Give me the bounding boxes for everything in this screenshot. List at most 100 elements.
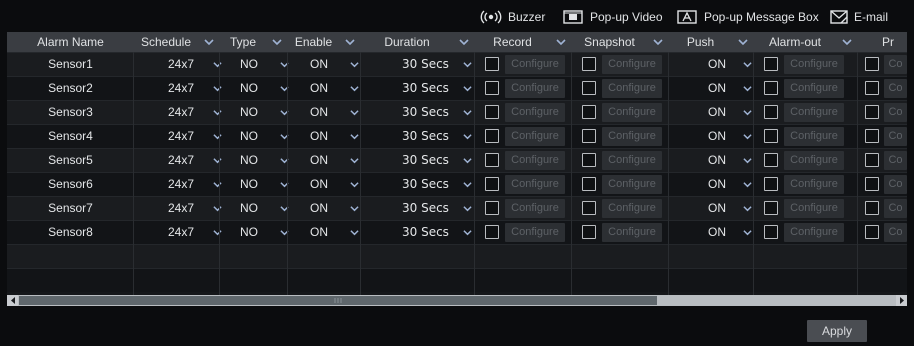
alarm-out-configure-button[interactable]: Configure: [784, 151, 844, 170]
alarm-out-checkbox[interactable]: [764, 57, 778, 71]
preset-configure-button[interactable]: Co: [884, 127, 907, 146]
scroll-left-button[interactable]: [7, 295, 18, 306]
snapshot-configure-button[interactable]: Configure: [602, 103, 662, 122]
record-configure-button[interactable]: Configure: [505, 151, 565, 170]
record-checkbox[interactable]: [485, 177, 499, 191]
type-select[interactable]: NO: [220, 100, 289, 124]
preset-configure-button[interactable]: Co: [884, 175, 907, 194]
record-configure-button[interactable]: Configure: [505, 103, 565, 122]
push-select[interactable]: ON: [669, 124, 754, 148]
record-configure-button[interactable]: Configure: [505, 79, 565, 98]
enable-select[interactable]: ON: [288, 220, 361, 244]
record-checkbox[interactable]: [485, 57, 499, 71]
type-select[interactable]: NO: [220, 172, 289, 196]
alarm-out-checkbox[interactable]: [764, 225, 778, 239]
schedule-select[interactable]: 24x7: [134, 76, 222, 100]
preset-checkbox[interactable]: [865, 129, 879, 143]
popup-video-toggle[interactable]: Pop-up Video: [562, 8, 663, 26]
alarm-out-configure-button[interactable]: Configure: [784, 127, 844, 146]
type-select[interactable]: NO: [220, 220, 289, 244]
enable-select[interactable]: ON: [288, 148, 361, 172]
duration-select[interactable]: 30 Secs: [361, 172, 475, 196]
snapshot-configure-button[interactable]: Configure: [602, 55, 662, 74]
email-toggle[interactable]: E-mail: [830, 8, 888, 26]
enable-select[interactable]: ON: [288, 52, 361, 76]
preset-configure-button[interactable]: Co: [884, 55, 907, 74]
snapshot-configure-button[interactable]: Configure: [602, 151, 662, 170]
preset-checkbox[interactable]: [865, 57, 879, 71]
preset-checkbox[interactable]: [865, 81, 879, 95]
alarm-out-checkbox[interactable]: [764, 177, 778, 191]
push-select[interactable]: ON: [669, 76, 754, 100]
schedule-select[interactable]: 24x7: [134, 172, 222, 196]
preset-checkbox[interactable]: [865, 153, 879, 167]
snapshot-configure-button[interactable]: Configure: [602, 175, 662, 194]
record-checkbox[interactable]: [485, 81, 499, 95]
type-select[interactable]: NO: [220, 196, 289, 220]
snapshot-checkbox[interactable]: [582, 153, 596, 167]
record-checkbox[interactable]: [485, 153, 499, 167]
duration-select[interactable]: 30 Secs: [361, 100, 475, 124]
column-header-push[interactable]: Push: [669, 32, 754, 52]
type-select[interactable]: NO: [220, 148, 289, 172]
schedule-select[interactable]: 24x7: [134, 52, 222, 76]
alarm-out-configure-button[interactable]: Configure: [784, 79, 844, 98]
duration-select[interactable]: 30 Secs: [361, 76, 475, 100]
push-select[interactable]: ON: [669, 100, 754, 124]
push-select[interactable]: ON: [669, 172, 754, 196]
popup-message-toggle[interactable]: Pop-up Message Box: [676, 8, 819, 26]
column-header-record[interactable]: Record: [475, 32, 572, 52]
preset-checkbox[interactable]: [865, 177, 879, 191]
alarm-out-checkbox[interactable]: [764, 105, 778, 119]
type-select[interactable]: NO: [220, 52, 289, 76]
column-header-alarm-out[interactable]: Alarm-out: [754, 32, 858, 52]
record-configure-button[interactable]: Configure: [505, 55, 565, 74]
alarm-out-checkbox[interactable]: [764, 81, 778, 95]
snapshot-checkbox[interactable]: [582, 225, 596, 239]
horizontal-scrollbar[interactable]: [7, 295, 907, 306]
duration-select[interactable]: 30 Secs: [361, 220, 475, 244]
snapshot-checkbox[interactable]: [582, 177, 596, 191]
record-checkbox[interactable]: [485, 105, 499, 119]
record-checkbox[interactable]: [485, 225, 499, 239]
enable-select[interactable]: ON: [288, 196, 361, 220]
push-select[interactable]: ON: [669, 52, 754, 76]
snapshot-checkbox[interactable]: [582, 201, 596, 215]
push-select[interactable]: ON: [669, 148, 754, 172]
record-configure-button[interactable]: Configure: [505, 127, 565, 146]
column-header-type[interactable]: Type: [220, 32, 288, 52]
column-header-enable[interactable]: Enable: [288, 32, 361, 52]
alarm-out-configure-button[interactable]: Configure: [784, 175, 844, 194]
snapshot-checkbox[interactable]: [582, 129, 596, 143]
record-configure-button[interactable]: Configure: [505, 199, 565, 218]
duration-select[interactable]: 30 Secs: [361, 148, 475, 172]
record-checkbox[interactable]: [485, 129, 499, 143]
duration-select[interactable]: 30 Secs: [361, 124, 475, 148]
preset-checkbox[interactable]: [865, 201, 879, 215]
preset-configure-button[interactable]: Co: [884, 151, 907, 170]
record-configure-button[interactable]: Configure: [505, 175, 565, 194]
enable-select[interactable]: ON: [288, 124, 361, 148]
column-header-duration[interactable]: Duration: [361, 32, 475, 52]
snapshot-checkbox[interactable]: [582, 105, 596, 119]
preset-configure-button[interactable]: Co: [884, 223, 907, 242]
column-header-schedule[interactable]: Schedule: [134, 32, 220, 52]
snapshot-configure-button[interactable]: Configure: [602, 79, 662, 98]
preset-configure-button[interactable]: Co: [884, 103, 907, 122]
alarm-out-configure-button[interactable]: Configure: [784, 223, 844, 242]
alarm-out-checkbox[interactable]: [764, 153, 778, 167]
scroll-right-button[interactable]: [896, 295, 907, 306]
buzzer-toggle[interactable]: Buzzer: [480, 8, 545, 26]
snapshot-configure-button[interactable]: Configure: [602, 223, 662, 242]
alarm-out-checkbox[interactable]: [764, 129, 778, 143]
preset-checkbox[interactable]: [865, 225, 879, 239]
preset-configure-button[interactable]: Co: [884, 79, 907, 98]
schedule-select[interactable]: 24x7: [134, 148, 222, 172]
duration-select[interactable]: 30 Secs: [361, 196, 475, 220]
alarm-out-checkbox[interactable]: [764, 201, 778, 215]
push-select[interactable]: ON: [669, 220, 754, 244]
alarm-out-configure-button[interactable]: Configure: [784, 103, 844, 122]
snapshot-checkbox[interactable]: [582, 57, 596, 71]
alarm-out-configure-button[interactable]: Configure: [784, 199, 844, 218]
snapshot-configure-button[interactable]: Configure: [602, 127, 662, 146]
